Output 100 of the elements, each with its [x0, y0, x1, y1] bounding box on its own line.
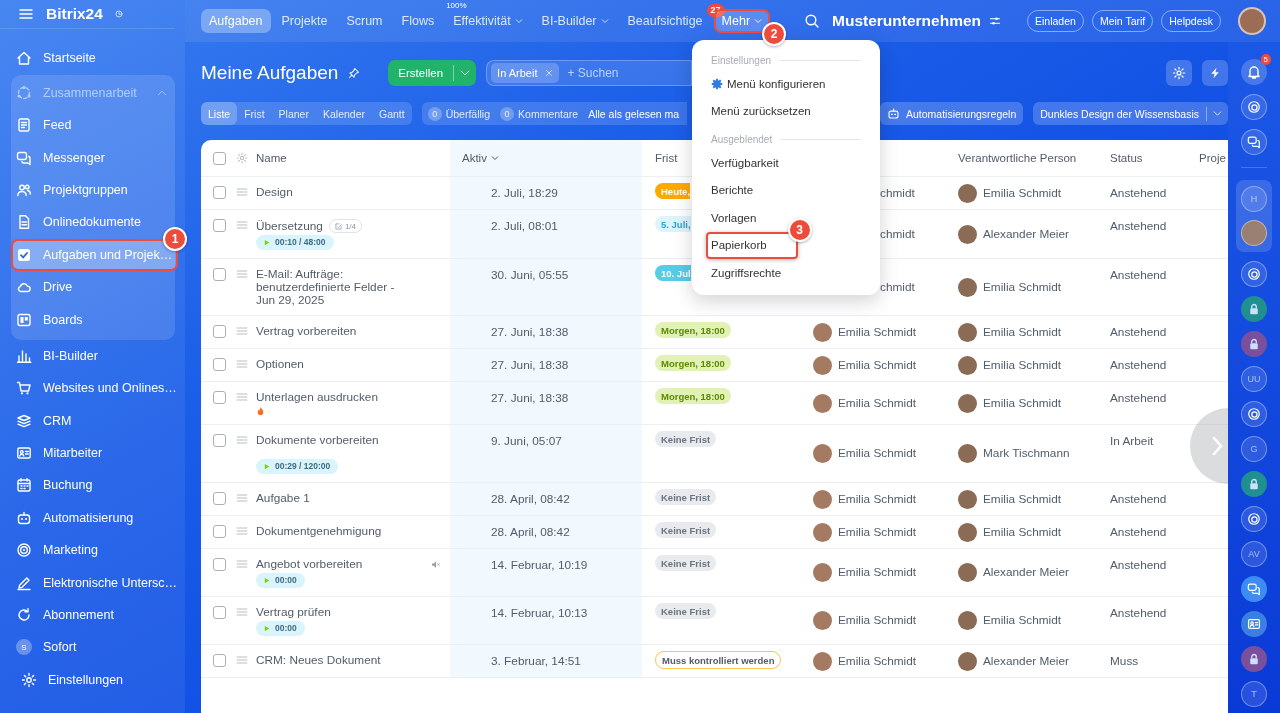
- chat-button[interactable]: G: [1241, 436, 1267, 462]
- task-name[interactable]: Angebot vorbereiten: [256, 558, 363, 571]
- table-row[interactable]: Aufgabe 1 28. April, 08:42 Keine Frist Emilia Schmidt Emilia Schmidt Anstehend: [201, 483, 1228, 516]
- chat-button[interactable]: [1241, 129, 1267, 155]
- checkbox[interactable]: [213, 525, 226, 538]
- nav-tab[interactable]: Scrum: [338, 9, 391, 33]
- table-row[interactable]: Vertrag prüfen 00:00 14. Februar, 10:13 Keine Frist Emilia Schmidt Emilia Schmidt Anstehend: [201, 597, 1228, 645]
- checkbox[interactable]: [213, 219, 226, 232]
- deadline-badge[interactable]: Keine Frist: [655, 603, 717, 619]
- sidebar-item[interactable]: BI-Builder: [11, 339, 175, 373]
- checkbox[interactable]: [213, 358, 226, 371]
- sidebar-item[interactable]: Automatisierung: [11, 501, 175, 535]
- deadline-badge[interactable]: 5. Juli,: [655, 216, 691, 232]
- view-tab[interactable]: Liste: [201, 102, 238, 125]
- time-tracker[interactable]: 00:00: [256, 621, 305, 636]
- view-tab[interactable]: Gantt: [372, 102, 412, 125]
- sidebar-item[interactable]: CRM: [11, 404, 175, 437]
- menu-item[interactable]: Menü konfigurieren: [706, 70, 831, 98]
- sidebar-item[interactable]: Drive: [11, 270, 175, 304]
- task-name[interactable]: Dokumente vorbereiten: [256, 434, 379, 447]
- menu-item[interactable]: Menü zurücksetzen: [706, 97, 816, 125]
- column-header[interactable]: Status: [1110, 150, 1143, 166]
- drag-handle-icon[interactable]: [236, 654, 248, 666]
- chat-button[interactable]: [1241, 94, 1267, 120]
- sidebar-item[interactable]: Marketing: [11, 534, 175, 567]
- checkbox[interactable]: [213, 606, 226, 619]
- search-icon[interactable]: [804, 13, 820, 29]
- table-row[interactable]: Dokumente vorbereiten 00:29 / 120:00 9. Juni, 05:07 Keine Frist Emilia Schmidt Mark Tischmann In Arbeit: [201, 425, 1228, 483]
- lightning-button[interactable]: [1202, 60, 1228, 86]
- deadline-badge[interactable]: Morgen, 18:00: [655, 355, 731, 371]
- checkbox[interactable]: [213, 151, 226, 165]
- column-header[interactable]: Frist: [655, 150, 678, 166]
- settings-item[interactable]: Einstellungen: [16, 663, 175, 696]
- sidebar-item[interactable]: Websites und Onlines…: [11, 372, 175, 405]
- knowledge-base-select[interactable]: Dunkles Design der Wissensbasis: [1033, 102, 1228, 125]
- nav-tab[interactable]: BI-Builder: [533, 9, 617, 33]
- sidebar-item[interactable]: Abonnement: [11, 598, 175, 632]
- avatar[interactable]: [1238, 7, 1266, 35]
- checkbox[interactable]: [213, 186, 226, 199]
- sidebar-item[interactable]: Startseite: [11, 42, 175, 75]
- view-tab[interactable]: Kalender: [315, 102, 372, 125]
- create-button[interactable]: Erstellen: [388, 60, 477, 86]
- table-row[interactable]: Angebot vorbereiten 00:00 14. Februar, 10:19 Keine Frist Emilia Schmidt Alexander Meier Anstehend: [201, 549, 1228, 597]
- sidebar-item[interactable]: Buchung: [11, 469, 175, 502]
- drag-handle-icon[interactable]: [236, 358, 248, 370]
- sidebar-item[interactable]: S Sofort: [11, 631, 175, 664]
- checkbox[interactable]: [213, 492, 226, 505]
- table-row[interactable]: CRM: Neues Dokument 3. Februar, 14:51 Muss kontrolliert werden Emilia Schmidt Alexander Meier Muss: [201, 645, 1228, 678]
- view-tab[interactable]: Frist: [237, 102, 272, 125]
- deadline-badge[interactable]: Muss kontrolliert werden: [655, 651, 782, 669]
- chat-button[interactable]: [1241, 611, 1267, 637]
- checkbox[interactable]: [213, 268, 226, 281]
- task-name[interactable]: Aufgabe 1: [256, 492, 310, 505]
- chat-button[interactable]: [1241, 261, 1267, 287]
- column-header[interactable]: Proje: [1199, 150, 1226, 166]
- column-header[interactable]: Aktiv: [462, 150, 487, 166]
- sliders-icon[interactable]: [989, 15, 1001, 27]
- sidebar-item[interactable]: Mitarbeiter: [11, 436, 175, 470]
- chat-button[interactable]: [1241, 576, 1267, 602]
- deadline-badge[interactable]: Keine Frist: [655, 489, 717, 505]
- checkbox[interactable]: [213, 434, 226, 447]
- chat-button[interactable]: [1241, 331, 1267, 357]
- avatar[interactable]: [1241, 220, 1267, 246]
- task-name[interactable]: E-Mail: Aufträge: benutzerdefinierte Felder - Jun 29, 2025: [256, 268, 402, 307]
- settings-button[interactable]: [1166, 60, 1192, 86]
- nav-tab[interactable]: Projekte: [273, 9, 336, 33]
- checkbox[interactable]: [213, 325, 226, 338]
- search-field[interactable]: In Arbeit + Suchen: [486, 60, 693, 86]
- table-row[interactable]: Optionen 27. Juni, 18:38 Morgen, 18:00 Emilia Schmidt Emilia Schmidt Anstehend: [201, 349, 1228, 382]
- sidebar-item[interactable]: Projektgruppen: [11, 173, 175, 207]
- counter-filter[interactable]: 0 Kommentare: [500, 106, 579, 121]
- table-row[interactable]: Dokumentgenehmigung 28. April, 08:42 Keine Frist Emilia Schmidt Emilia Schmidt Anstehend: [201, 516, 1228, 549]
- deadline-badge[interactable]: Morgen, 18:00: [655, 322, 731, 338]
- menu-item[interactable]: Verfügbarkeit: [706, 149, 784, 177]
- mark-read-link[interactable]: Alle als gelesen ma: [588, 107, 680, 120]
- task-name[interactable]: Vertrag vorbereiten: [256, 325, 357, 338]
- time-tracker[interactable]: 00:10 / 48:00: [256, 235, 334, 250]
- checkbox[interactable]: [213, 654, 226, 667]
- task-name[interactable]: Optionen: [256, 358, 304, 371]
- deadline-badge[interactable]: Keine Frist: [655, 555, 717, 571]
- view-tab[interactable]: Planer: [271, 102, 316, 125]
- task-name[interactable]: Dokumentgenehmigung: [256, 525, 382, 538]
- sidebar-item[interactable]: Messenger: [11, 141, 175, 174]
- drag-handle-icon[interactable]: [236, 325, 248, 337]
- automation-button[interactable]: Automatisierungsregeln: [879, 102, 1024, 125]
- chat-button[interactable]: UU: [1241, 366, 1267, 392]
- pin-icon[interactable]: [348, 67, 361, 79]
- chat-button[interactable]: [1241, 296, 1267, 322]
- column-header[interactable]: Verantwortliche Person: [958, 150, 1077, 166]
- time-tracker[interactable]: 00:00: [256, 573, 305, 588]
- drag-handle-icon[interactable]: [236, 268, 248, 280]
- drag-handle-icon[interactable]: [236, 606, 248, 618]
- checkbox[interactable]: [213, 558, 226, 571]
- sidebar-item[interactable]: Boards: [11, 303, 175, 336]
- drag-handle-icon[interactable]: [236, 391, 248, 403]
- chat-button[interactable]: [1241, 506, 1267, 532]
- sidebar-item[interactable]: Elektronische Untersc…: [11, 566, 175, 599]
- filter-chip[interactable]: In Arbeit: [491, 63, 560, 83]
- drag-handle-icon[interactable]: [236, 558, 248, 570]
- chat-button[interactable]: H: [1241, 186, 1267, 212]
